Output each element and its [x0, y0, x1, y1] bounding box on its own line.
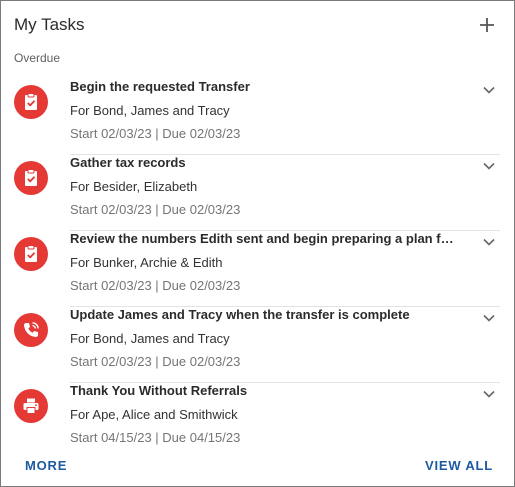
printer-icon: [14, 389, 48, 423]
task-dates: Start 02/03/23 | Due 02/03/23: [70, 354, 241, 369]
task-title: Begin the requested Transfer: [70, 79, 250, 94]
chevron-down-icon[interactable]: [482, 159, 496, 173]
task-dates: Start 04/15/23 | Due 04/15/23: [70, 430, 241, 445]
task-title: Update James and Tracy when the transfer…: [70, 307, 410, 322]
plus-icon: [480, 18, 494, 32]
task-item[interactable]: Review the numbers Edith sent and begin …: [1, 231, 514, 307]
task-dates: Start 02/03/23 | Due 02/03/23: [70, 202, 241, 217]
task-client: For Bond, James and Tracy: [70, 331, 230, 346]
clipboard-check-icon: [14, 161, 48, 195]
card-header: My Tasks: [14, 15, 500, 39]
task-item[interactable]: Begin the requested Transfer For Bond, J…: [1, 79, 514, 155]
chevron-down-icon[interactable]: [482, 83, 496, 97]
my-tasks-card: My Tasks Overdue Begin the requested Tra…: [0, 0, 515, 487]
chevron-down-icon[interactable]: [482, 387, 496, 401]
add-task-button[interactable]: [478, 16, 496, 34]
chevron-down-icon[interactable]: [482, 311, 496, 325]
task-item[interactable]: Thank You Without Referrals For Ape, Ali…: [1, 383, 514, 459]
task-dates: Start 02/03/23 | Due 02/03/23: [70, 126, 241, 141]
task-client: For Besider, Elizabeth: [70, 179, 198, 194]
task-title: Gather tax records: [70, 155, 186, 170]
task-dates: Start 02/03/23 | Due 02/03/23: [70, 278, 241, 293]
clipboard-check-icon: [14, 237, 48, 271]
task-client: For Bond, James and Tracy: [70, 103, 230, 118]
card-title: My Tasks: [14, 15, 85, 34]
chevron-down-icon[interactable]: [482, 235, 496, 249]
task-title: Thank You Without Referrals: [70, 383, 248, 398]
task-title: Review the numbers Edith sent and begin …: [70, 231, 460, 246]
task-item[interactable]: Gather tax records For Besider, Elizabet…: [1, 155, 514, 231]
view-all-button[interactable]: VIEW ALL: [425, 458, 493, 473]
task-item[interactable]: Update James and Tracy when the transfer…: [1, 307, 514, 383]
phone-call-icon: [14, 313, 48, 347]
clipboard-check-icon: [14, 85, 48, 119]
task-client: For Bunker, Archie & Edith: [70, 255, 223, 270]
task-client: For Ape, Alice and Smithwick: [70, 407, 238, 422]
section-label-overdue: Overdue: [14, 51, 61, 65]
more-button[interactable]: MORE: [25, 458, 67, 473]
